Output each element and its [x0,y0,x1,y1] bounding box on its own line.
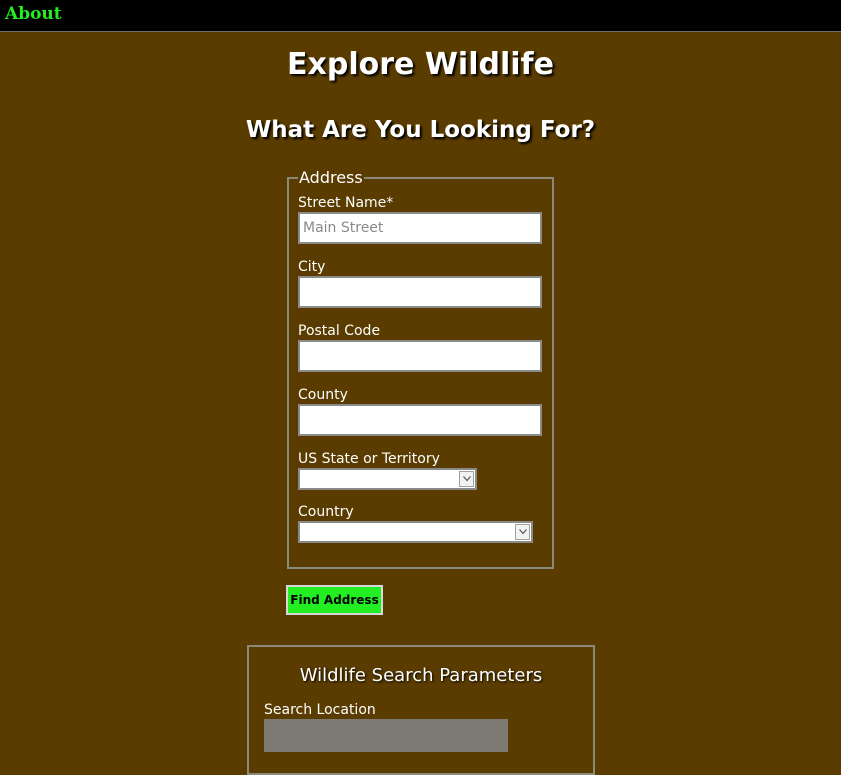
postal-code-input[interactable] [298,340,542,372]
street-name-input[interactable] [298,212,542,244]
chevron-down-icon[interactable] [515,524,530,540]
state-select[interactable] [298,468,477,490]
find-address-button[interactable]: Find Address [286,585,383,615]
county-input[interactable] [298,404,542,436]
search-location-label: Search Location [264,702,376,718]
city-input[interactable] [298,276,542,308]
postal-code-label: Postal Code [298,323,381,339]
county-label: County [298,387,348,403]
page-title: Explore Wildlife [287,47,554,82]
chevron-down-icon[interactable] [459,471,474,487]
city-label: City [298,259,326,275]
country-label: Country [298,504,354,520]
search-panel-title: Wildlife Search Parameters [299,665,543,686]
top-nav-bar: About [0,0,841,32]
address-legend: Address [299,168,363,187]
about-link[interactable]: About [5,4,62,24]
search-location-field[interactable] [264,719,508,752]
country-select[interactable] [298,521,533,543]
page-subtitle: What Are You Looking For? [245,117,596,143]
street-name-label: Street Name* [298,195,394,211]
state-label: US State or Territory [298,451,440,467]
